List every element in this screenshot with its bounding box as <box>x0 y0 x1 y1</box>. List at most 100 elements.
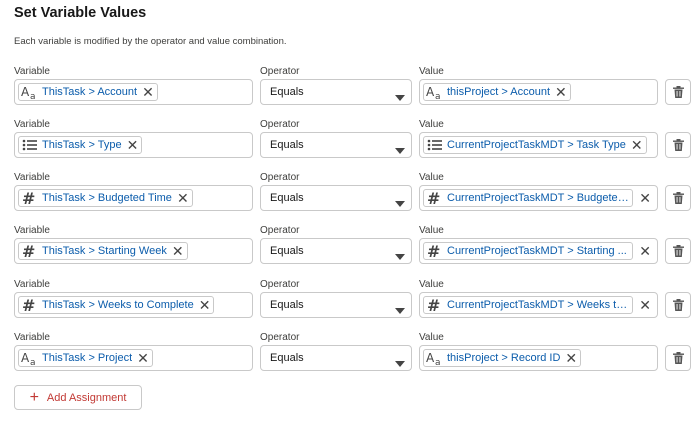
picklist-icon <box>21 137 39 153</box>
assignment-row: Variable Operator Value Aa ThisTask > Accoun… <box>0 66 700 114</box>
section-title: Set Variable Values <box>14 5 147 21</box>
value-label: Value <box>419 332 444 343</box>
variable-pill-text: ThisTask > Project <box>42 352 133 364</box>
remove-icon[interactable]: ✕ <box>172 244 184 258</box>
remove-icon[interactable]: ✕ <box>555 85 567 99</box>
svg-text:a: a <box>30 92 36 100</box>
variable-pill[interactable]: # ThisTask > Weeks to Complete ✕ <box>18 296 215 314</box>
picklist-icon <box>426 137 444 153</box>
variable-pill-text: ThisTask > Weeks to Complete <box>42 299 194 311</box>
variable-pill[interactable]: Aa ThisTask > Project ✕ <box>18 349 153 367</box>
text-type-icon: Aa <box>426 84 444 100</box>
operator-select[interactable]: Equals <box>260 79 412 105</box>
number-icon: # <box>426 243 444 259</box>
variable-label: Variable <box>14 66 50 77</box>
assignment-row: Variable Operator Value ThisTask > Type ✕ Equ… <box>0 119 700 167</box>
value-pill[interactable]: Aa thisProject > Account ✕ <box>423 83 571 101</box>
operator-label: Operator <box>260 279 300 290</box>
delete-button[interactable] <box>665 238 691 264</box>
add-assignment-button[interactable]: + Add Assignment <box>14 385 142 410</box>
remove-icon[interactable]: ✕ <box>127 138 139 152</box>
variable-field[interactable]: # ThisTask > Weeks to Complete ✕ <box>14 292 253 318</box>
text-type-icon: Aa <box>21 350 39 366</box>
svg-text:a: a <box>435 92 441 100</box>
variable-field[interactable]: Aa ThisTask > Account ✕ <box>14 79 253 105</box>
variable-field[interactable]: # ThisTask > Budgeted Time ✕ <box>14 185 253 211</box>
svg-text:a: a <box>30 358 36 366</box>
operator-value: Equals <box>270 139 304 151</box>
operator-value: Equals <box>270 245 304 257</box>
remove-icon[interactable]: ✕ <box>639 244 651 258</box>
variable-field[interactable]: ThisTask > Type ✕ <box>14 132 253 158</box>
delete-button[interactable] <box>665 79 691 105</box>
variable-pill-text: ThisTask > Type <box>42 139 122 151</box>
value-field[interactable]: # CurrentProjectTaskMDT > Budgeted ... ✕ <box>419 185 658 211</box>
remove-icon[interactable]: ✕ <box>199 298 211 312</box>
operator-label: Operator <box>260 172 300 183</box>
text-type-icon: Aa <box>21 84 39 100</box>
caret-down-icon <box>395 89 405 107</box>
delete-button[interactable] <box>665 292 691 318</box>
operator-select[interactable]: Equals <box>260 185 412 211</box>
delete-button[interactable] <box>665 345 691 371</box>
operator-select[interactable]: Equals <box>260 238 412 264</box>
trash-icon <box>672 352 684 364</box>
svg-text:#: # <box>22 243 35 259</box>
value-pill[interactable]: # CurrentProjectTaskMDT > Budgeted ... <box>423 189 633 207</box>
operator-value: Equals <box>270 352 304 364</box>
value-pill[interactable]: Aa thisProject > Record ID ✕ <box>423 349 582 367</box>
operator-select[interactable]: Equals <box>260 292 412 318</box>
value-field[interactable]: Aa thisProject > Account ✕ <box>419 79 658 105</box>
remove-icon[interactable]: ✕ <box>142 85 154 99</box>
variable-pill-text: ThisTask > Starting Week <box>42 245 167 257</box>
variable-pill[interactable]: Aa ThisTask > Account ✕ <box>18 83 158 101</box>
operator-label: Operator <box>260 225 300 236</box>
value-field[interactable]: CurrentProjectTaskMDT > Task Type ✕ <box>419 132 658 158</box>
assignment-row: Variable Operator Value # ThisTask > Budgete… <box>0 172 700 220</box>
operator-label: Operator <box>260 332 300 343</box>
value-label: Value <box>419 172 444 183</box>
value-field[interactable]: Aa thisProject > Record ID ✕ <box>419 345 658 371</box>
remove-icon[interactable]: ✕ <box>565 351 577 365</box>
value-label: Value <box>419 225 444 236</box>
delete-button[interactable] <box>665 132 691 158</box>
value-field[interactable]: # CurrentProjectTaskMDT > Starting ... ✕ <box>419 238 658 264</box>
remove-icon[interactable]: ✕ <box>631 138 643 152</box>
variable-label: Variable <box>14 119 50 130</box>
trash-icon <box>672 139 684 151</box>
remove-icon[interactable]: ✕ <box>639 298 651 312</box>
variable-pill[interactable]: # ThisTask > Starting Week ✕ <box>18 242 188 260</box>
svg-text:#: # <box>427 190 440 206</box>
variable-field[interactable]: # ThisTask > Starting Week ✕ <box>14 238 253 264</box>
variable-pill[interactable]: # ThisTask > Budgeted Time ✕ <box>18 189 193 207</box>
value-field[interactable]: # CurrentProjectTaskMDT > Weeks to ... ✕ <box>419 292 658 318</box>
value-pill-text: CurrentProjectTaskMDT > Starting ... <box>447 245 627 257</box>
value-label: Value <box>419 66 444 77</box>
value-pill[interactable]: # CurrentProjectTaskMDT > Weeks to ... <box>423 296 633 314</box>
variable-pill-text: ThisTask > Budgeted Time <box>42 192 172 204</box>
assignment-row: Variable Operator Value Aa ThisTask > Projec… <box>0 332 700 380</box>
assignment-row: Variable Operator Value # ThisTask > Startin… <box>0 225 700 273</box>
value-pill[interactable]: # CurrentProjectTaskMDT > Starting ... <box>423 242 633 260</box>
operator-select[interactable]: Equals <box>260 132 412 158</box>
number-icon: # <box>21 243 39 259</box>
caret-down-icon <box>395 142 405 160</box>
remove-icon[interactable]: ✕ <box>639 191 651 205</box>
svg-text:a: a <box>435 358 441 366</box>
variable-field[interactable]: Aa ThisTask > Project ✕ <box>14 345 253 371</box>
remove-icon[interactable]: ✕ <box>177 191 189 205</box>
number-icon: # <box>21 190 39 206</box>
value-pill-text: CurrentProjectTaskMDT > Weeks to ... <box>447 299 629 311</box>
value-pill-text: CurrentProjectTaskMDT > Task Type <box>447 139 626 151</box>
number-icon: # <box>426 297 444 313</box>
assignment-row: Variable Operator Value # ThisTask > Weeks t… <box>0 279 700 327</box>
variable-label: Variable <box>14 225 50 236</box>
remove-icon[interactable]: ✕ <box>137 351 149 365</box>
add-assignment-label: Add Assignment <box>46 391 127 404</box>
value-pill[interactable]: CurrentProjectTaskMDT > Task Type ✕ <box>423 136 647 154</box>
variable-pill[interactable]: ThisTask > Type ✕ <box>18 136 143 154</box>
value-label: Value <box>419 119 444 130</box>
operator-select[interactable]: Equals <box>260 345 412 371</box>
delete-button[interactable] <box>665 185 691 211</box>
operator-label: Operator <box>260 66 300 77</box>
